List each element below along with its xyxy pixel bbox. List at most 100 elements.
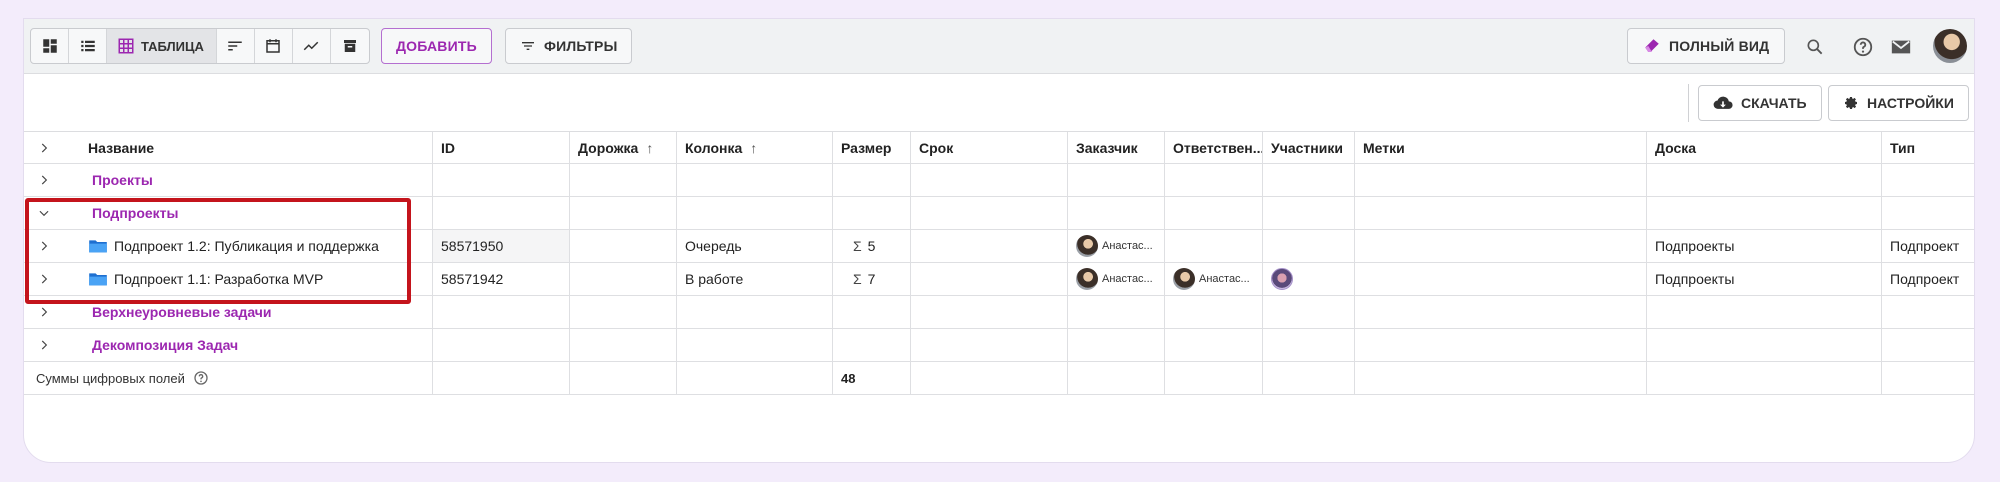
full-view-label: ПОЛНЫЙ ВИД (1669, 38, 1770, 54)
chevron-right-icon (41, 274, 48, 284)
tasks-table: Название ID Дорожка ↑ Колонка ↑ Размер Сро… (24, 132, 1974, 395)
sigma-icon: Σ (853, 238, 862, 254)
task-participants-cell[interactable] (1263, 263, 1355, 295)
task-tags-cell[interactable] (1355, 263, 1647, 295)
task-tags-cell[interactable] (1355, 230, 1647, 262)
settings-button[interactable]: НАСТРОЙКИ (1828, 85, 1969, 121)
table-view-button[interactable]: ТАБЛИЦА (107, 29, 217, 63)
task-size-cell[interactable]: Σ5 (833, 230, 911, 262)
task-size-cell[interactable]: Σ7 (833, 263, 911, 295)
task-due-cell[interactable] (911, 263, 1068, 295)
download-label: СКАЧАТЬ (1741, 95, 1807, 111)
task-due-cell[interactable] (911, 230, 1068, 262)
column-header-responsible[interactable]: Ответствен... (1165, 132, 1263, 163)
chevron-right-icon (41, 175, 48, 185)
mail-icon[interactable] (1890, 36, 1912, 58)
group-label: Проекты (64, 164, 433, 196)
group-row-top-tasks[interactable]: Верхнеуровневые задачи (24, 296, 1974, 329)
table-actions-bar: СКАЧАТЬ НАСТРОЙКИ (24, 74, 1974, 132)
group-expand-toggle[interactable] (24, 296, 64, 328)
dashboard-view-button[interactable] (31, 29, 69, 63)
avatar (1076, 268, 1098, 290)
task-board-cell[interactable]: Подпроекты (1647, 230, 1882, 262)
chevron-right-icon (41, 241, 48, 251)
task-responsible-cell[interactable]: Анастас... (1165, 263, 1263, 295)
download-button[interactable]: СКАЧАТЬ (1698, 85, 1822, 121)
dashboard-icon (42, 39, 57, 53)
sort-lines-icon (228, 41, 243, 51)
task-column-cell[interactable]: Очередь (677, 230, 833, 262)
group-row-subprojects[interactable]: Подпроекты (24, 197, 1974, 230)
group-label: Верхнеуровневые задачи (64, 296, 433, 328)
row-expand-toggle[interactable] (24, 263, 64, 295)
gear-icon (1845, 97, 1857, 109)
expand-all-toggle[interactable] (24, 132, 64, 163)
avatar (1076, 235, 1098, 257)
chart-view-button[interactable] (293, 29, 331, 63)
filters-button[interactable]: ФИЛЬТРЫ (505, 28, 633, 64)
task-name-cell[interactable]: Подпроект 1.1: Разработка MVP (64, 263, 433, 295)
task-name-cell[interactable]: Подпроект 1.2: Публикация и поддержка (64, 230, 433, 262)
group-label: Декомпозиция Задач (64, 329, 433, 361)
list-view-button[interactable] (69, 29, 107, 63)
archive-icon (343, 40, 356, 52)
sort-asc-icon: ↑ (646, 139, 654, 156)
user-avatar[interactable] (1933, 29, 1967, 63)
task-lane-cell[interactable] (570, 230, 677, 262)
add-button[interactable]: ДОБАВИТЬ (381, 28, 492, 64)
column-header-column[interactable]: Колонка ↑ (677, 132, 833, 163)
column-header-id[interactable]: ID (433, 132, 570, 163)
row-expand-toggle[interactable] (24, 230, 64, 262)
group-label: Подпроекты (64, 197, 433, 229)
table-header: Название ID Дорожка ↑ Колонка ↑ Размер Сро… (24, 132, 1974, 164)
column-header-size[interactable]: Размер (833, 132, 911, 163)
eraser-icon (1645, 39, 1659, 52)
column-header-tags[interactable]: Метки (1355, 132, 1647, 163)
main-panel: ТАБЛИЦА ДОБАВИТЬ ФИЛЬТРЫ ПОЛНЫЙ ВИД СКАЧ… (23, 18, 1975, 463)
archive-view-button[interactable] (331, 29, 369, 63)
help-icon[interactable] (1852, 36, 1874, 58)
task-id-cell[interactable]: 58571950 (433, 230, 570, 262)
task-participants-cell[interactable] (1263, 230, 1355, 262)
task-column-cell[interactable]: В работе (677, 263, 833, 295)
divider (1688, 84, 1689, 122)
task-responsible-cell[interactable] (1165, 230, 1263, 262)
sums-row: Суммы цифровых полей 48 (24, 362, 1974, 395)
avatar (1271, 268, 1293, 290)
column-header-customer[interactable]: Заказчик (1068, 132, 1165, 163)
task-type-cell[interactable]: Подпроект (1882, 230, 1974, 262)
group-row-projects[interactable]: Проекты (24, 164, 1974, 197)
chevron-right-icon (41, 340, 48, 350)
sigma-icon: Σ (853, 271, 862, 287)
group-expand-toggle[interactable] (24, 164, 64, 196)
task-id-cell[interactable]: 58571942 (433, 263, 570, 295)
full-view-button[interactable]: ПОЛНЫЙ ВИД (1627, 28, 1786, 64)
task-customer-cell[interactable]: Анастас... (1068, 230, 1165, 262)
table-row[interactable]: Подпроект 1.2: Публикация и поддержка 58… (24, 230, 1974, 263)
help-icon[interactable] (193, 370, 209, 386)
sort-view-button[interactable] (217, 29, 255, 63)
task-board-cell[interactable]: Подпроекты (1647, 263, 1882, 295)
column-header-lane[interactable]: Дорожка ↑ (570, 132, 677, 163)
sum-size-value: 48 (833, 362, 911, 394)
sums-label-cell: Суммы цифровых полей (24, 362, 433, 394)
column-header-participants[interactable]: Участники (1263, 132, 1355, 163)
column-header-type[interactable]: Тип (1882, 132, 1974, 163)
task-lane-cell[interactable] (570, 263, 677, 295)
column-header-board[interactable]: Доска (1647, 132, 1882, 163)
view-switcher: ТАБЛИЦА (30, 28, 370, 64)
calendar-view-button[interactable] (255, 29, 293, 63)
task-type-cell[interactable]: Подпроект (1882, 263, 1974, 295)
table-row[interactable]: Подпроект 1.1: Разработка MVP 58571942 В… (24, 263, 1974, 296)
column-header-name[interactable]: Название (64, 132, 433, 163)
list-icon (80, 40, 95, 52)
folder-icon (89, 273, 107, 286)
group-row-decomposition[interactable]: Декомпозиция Задач (24, 329, 1974, 362)
task-customer-cell[interactable]: Анастас... (1068, 263, 1165, 295)
search-icon[interactable] (1804, 36, 1826, 58)
group-collapse-toggle[interactable] (24, 197, 64, 229)
group-expand-toggle[interactable] (24, 329, 64, 361)
filters-button-label: ФИЛЬТРЫ (544, 38, 618, 54)
folder-icon (89, 240, 107, 253)
column-header-due[interactable]: Срок (911, 132, 1068, 163)
